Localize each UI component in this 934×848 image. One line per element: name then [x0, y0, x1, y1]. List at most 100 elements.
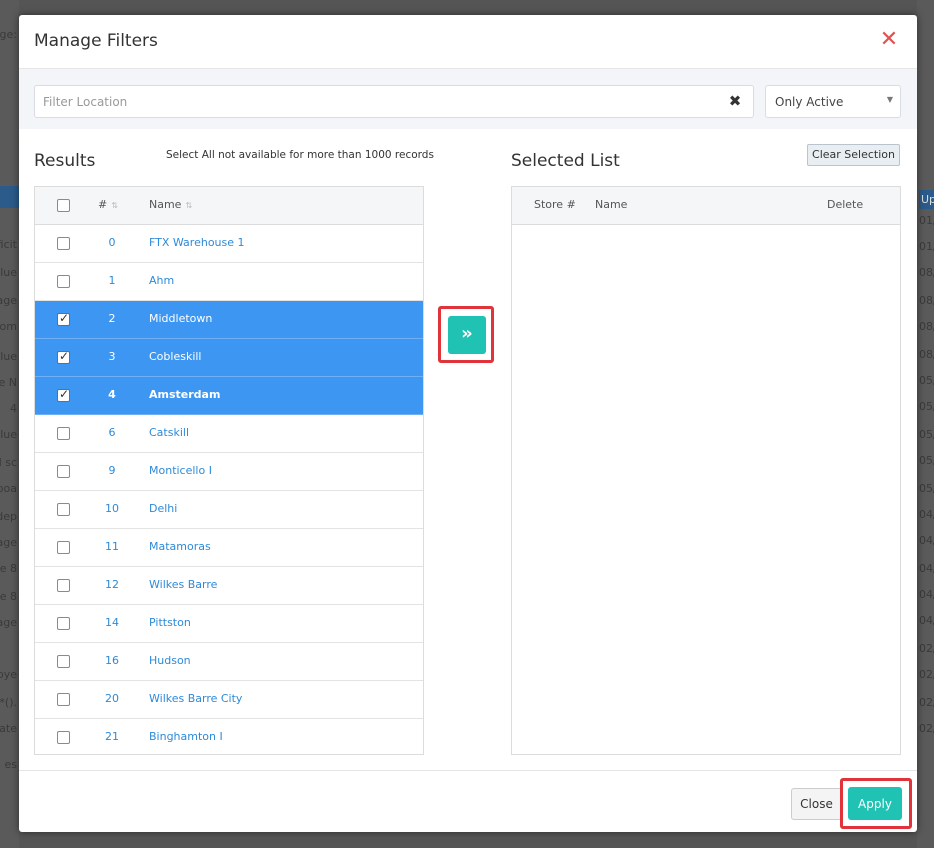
clear-filter-icon[interactable]: ✖	[727, 92, 743, 110]
background-text: 4	[10, 402, 17, 415]
row-number: 0	[108, 236, 116, 249]
row-checkbox[interactable]	[57, 387, 70, 402]
background-text: 08/	[919, 294, 934, 307]
background-text: lue	[0, 266, 17, 279]
table-row[interactable]: 2 Middletown	[35, 301, 423, 339]
row-number: 9	[108, 464, 116, 477]
row-name-link[interactable]: Binghamton I	[149, 730, 223, 743]
row-number: 21	[105, 730, 119, 743]
background-text: ce 8	[0, 562, 17, 575]
background-text: ge:	[0, 28, 17, 41]
row-name-link[interactable]: Matamoras	[149, 540, 211, 553]
row-checkbox[interactable]	[57, 427, 70, 440]
modal-title: Manage Filters	[34, 31, 158, 51]
background-text: 01/	[919, 240, 934, 253]
row-name-link[interactable]: Catskill	[149, 426, 189, 439]
table-row[interactable]: 1 Ahm	[35, 263, 423, 301]
row-checkbox[interactable]	[57, 237, 70, 250]
table-row[interactable]: 11 Matamoras	[35, 529, 423, 567]
row-name-link[interactable]: Pittston	[149, 616, 191, 629]
background-text: *().	[0, 696, 17, 709]
background-text: 08/	[919, 266, 934, 279]
row-name-link[interactable]: Cobleskill	[149, 350, 202, 363]
select-all-note: Select All not available for more than 1…	[166, 149, 434, 161]
row-name-link[interactable]: Middletown	[149, 312, 212, 325]
background-header-bar	[0, 186, 19, 208]
sort-icon: ⇅	[185, 201, 193, 210]
row-checkbox[interactable]	[57, 503, 70, 516]
row-number: 3	[108, 350, 116, 363]
modal-footer: Close Apply	[19, 770, 917, 833]
background-left-strip: ge: ficit lue age rom lue ile N 4 lue d sc boa dep a…	[0, 0, 19, 848]
background-text: 04/	[919, 614, 934, 627]
delete-column-header: Delete	[827, 198, 864, 211]
table-row[interactable]: 21 Binghamton I	[35, 719, 423, 754]
row-name-link[interactable]: FTX Warehouse 1	[149, 236, 245, 249]
close-icon[interactable]: ✕	[877, 29, 901, 53]
row-name-link[interactable]: Ahm	[149, 274, 174, 287]
double-chevron-right-icon: »	[461, 323, 473, 344]
table-row[interactable]: 3 Cobleskill	[35, 339, 423, 377]
row-number: 14	[105, 616, 119, 629]
table-row[interactable]: 16 Hudson	[35, 643, 423, 681]
background-text: 04/	[919, 534, 934, 547]
move-to-selected-button[interactable]: »	[448, 316, 486, 354]
row-checkbox[interactable]	[57, 349, 70, 364]
name-column-label: Name	[149, 198, 182, 211]
table-row[interactable]: 4 Amsterdam	[35, 377, 423, 415]
row-number: 20	[105, 692, 119, 705]
background-text: ile N	[0, 376, 17, 389]
table-row[interactable]: 9 Monticello I	[35, 453, 423, 491]
number-column-header[interactable]: # ⇅	[98, 198, 118, 211]
row-name-link[interactable]: Amsterdam	[149, 388, 220, 401]
row-number: 4	[108, 388, 116, 401]
background-text: l rate	[0, 722, 17, 735]
row-checkbox[interactable]	[57, 541, 70, 554]
number-column-label: #	[98, 198, 108, 211]
background-text: 04/	[919, 562, 934, 575]
apply-button[interactable]: Apply	[848, 787, 902, 820]
row-name-link[interactable]: Hudson	[149, 654, 191, 667]
row-checkbox[interactable]	[57, 655, 70, 668]
table-row[interactable]: 20 Wilkes Barre City	[35, 681, 423, 719]
close-button[interactable]: Close	[791, 788, 842, 820]
background-text: lue	[0, 350, 17, 363]
table-row[interactable]: 14 Pittston	[35, 605, 423, 643]
background-text: 02/	[919, 696, 934, 709]
row-number: 1	[108, 274, 116, 287]
table-row[interactable]: 6 Catskill	[35, 415, 423, 453]
results-table: #⇅ Name⇅ 0FTX Warehouse 11Ahm2Middletown…	[34, 186, 424, 755]
background-text: 01/	[919, 214, 934, 227]
filter-location-input[interactable]	[34, 85, 754, 118]
table-row[interactable]: 0 FTX Warehouse 1	[35, 225, 423, 263]
row-name-link[interactable]: Delhi	[149, 502, 177, 515]
select-all-checkbox[interactable]	[57, 199, 70, 212]
row-checkbox[interactable]	[57, 579, 70, 592]
background-text: ficit	[0, 238, 17, 251]
row-checkbox[interactable]	[57, 617, 70, 630]
table-row[interactable]: 10 Delhi	[35, 491, 423, 529]
row-name-link[interactable]: Wilkes Barre	[149, 578, 217, 591]
row-number: 16	[105, 654, 119, 667]
row-number: 2	[108, 312, 116, 325]
row-checkbox[interactable]	[57, 693, 70, 706]
row-checkbox[interactable]	[57, 275, 70, 288]
row-checkbox[interactable]	[57, 311, 70, 326]
background-text: es	[4, 758, 18, 771]
row-name-link[interactable]: Monticello I	[149, 464, 212, 477]
row-checkbox[interactable]	[57, 465, 70, 478]
background-text: dep	[0, 510, 17, 523]
selected-list-title: Selected List	[511, 151, 620, 171]
row-checkbox[interactable]	[57, 731, 70, 744]
table-row[interactable]: 12 Wilkes Barre	[35, 567, 423, 605]
row-name-link[interactable]: Wilkes Barre City	[149, 692, 242, 705]
clear-selection-button[interactable]: Clear Selection	[807, 144, 900, 166]
background-text: 02/	[919, 642, 934, 655]
row-number: 6	[108, 426, 116, 439]
background-right-strip: Up 01/01/08/08/08/08/05/05/05/05/05/04/04…	[917, 0, 934, 848]
background-text: 08/	[919, 348, 934, 361]
selected-list-table: Store # Name Delete	[511, 186, 901, 755]
status-select[interactable]: Only Active ▼	[765, 85, 901, 118]
name-column-header[interactable]: Name ⇅	[149, 198, 192, 211]
background-text: boa	[0, 482, 17, 495]
